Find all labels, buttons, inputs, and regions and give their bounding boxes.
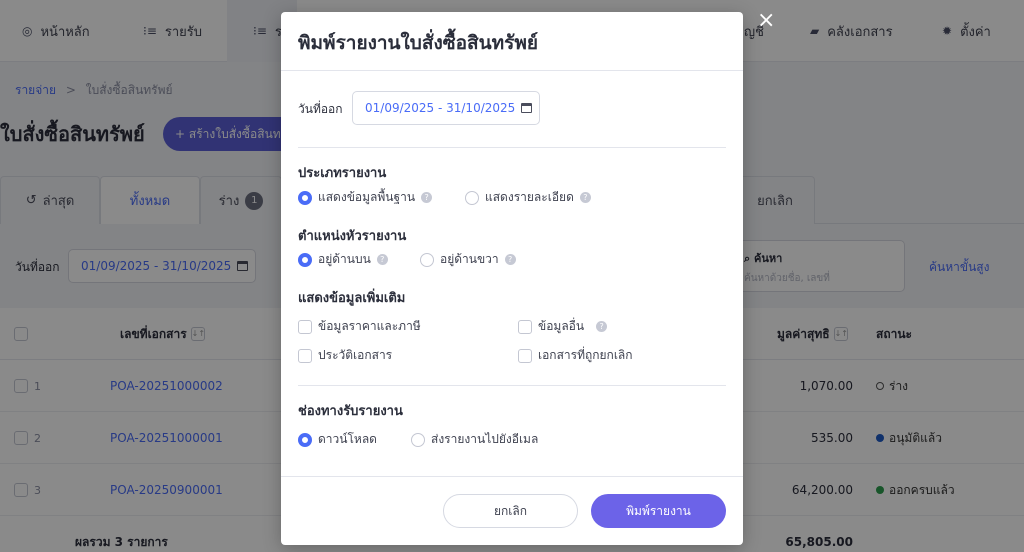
header-position-title: ตำแหน่งหัวรายงาน xyxy=(298,229,407,244)
radio-selected[interactable] xyxy=(298,190,312,205)
report-type-title: ประเภทรายงาน xyxy=(298,166,387,181)
help-icon[interactable]: ? xyxy=(596,321,608,332)
radio-unselected[interactable] xyxy=(465,190,479,205)
document-history-checkbox[interactable]: ประวัติเอกสาร xyxy=(298,346,392,365)
report-type-detail-radio[interactable]: แสดงรายละเอียด ? xyxy=(465,188,591,207)
divider xyxy=(298,147,726,148)
help-icon[interactable]: ? xyxy=(421,192,433,203)
issue-date-range-input[interactable]: 01/09/2025 - 31/10/2025 xyxy=(352,91,540,125)
report-type-basic-radio[interactable]: แสดงข้อมูลพื้นฐาน ? xyxy=(298,188,433,207)
print-report-dialog: พิมพ์รายงานใบสั่งซื้อสินทรัพย์ วันที่ออก… xyxy=(281,12,743,545)
divider xyxy=(281,70,743,71)
price-tax-checkbox[interactable]: ข้อมูลราคาและภาษี xyxy=(298,317,421,336)
extra-info-title: แสดงข้อมูลเพิ่มเติม xyxy=(298,291,406,306)
checkbox[interactable] xyxy=(298,348,312,363)
help-icon[interactable]: ? xyxy=(376,254,388,265)
divider xyxy=(298,385,726,386)
issue-date-label: วันที่ออก xyxy=(298,102,343,116)
divider xyxy=(281,476,743,477)
other-info-checkbox[interactable]: ข้อมูลอื่น ? xyxy=(518,317,608,336)
help-icon[interactable]: ? xyxy=(579,192,591,203)
checkbox[interactable] xyxy=(518,348,532,363)
radio-selected[interactable] xyxy=(298,432,312,447)
calendar-icon xyxy=(521,103,533,113)
header-right-radio[interactable]: อยู่ด้านขวา ? xyxy=(420,250,516,269)
cancel-button[interactable]: ยกเลิก xyxy=(443,494,578,528)
radio-selected[interactable] xyxy=(298,252,312,267)
header-top-radio[interactable]: อยู่ด้านบน ? xyxy=(298,250,388,269)
print-report-button[interactable]: พิมพ์รายงาน xyxy=(591,494,726,528)
cancelled-docs-checkbox[interactable]: เอกสารที่ถูกยกเลิก xyxy=(518,346,633,365)
download-radio[interactable]: ดาวน์โหลด xyxy=(298,430,377,449)
email-radio[interactable]: ส่งรายงานไปยังอีเมล xyxy=(411,430,538,449)
radio-unselected[interactable] xyxy=(411,432,425,447)
checkbox[interactable] xyxy=(298,319,312,334)
dialog-title: พิมพ์รายงานใบสั่งซื้อสินทรัพย์ xyxy=(298,32,539,54)
close-icon[interactable]: × xyxy=(757,8,775,34)
delivery-channel-title: ช่องทางรับรายงาน xyxy=(298,404,403,419)
help-icon[interactable]: ? xyxy=(504,254,516,265)
radio-unselected[interactable] xyxy=(420,252,434,267)
checkbox[interactable] xyxy=(518,319,532,334)
